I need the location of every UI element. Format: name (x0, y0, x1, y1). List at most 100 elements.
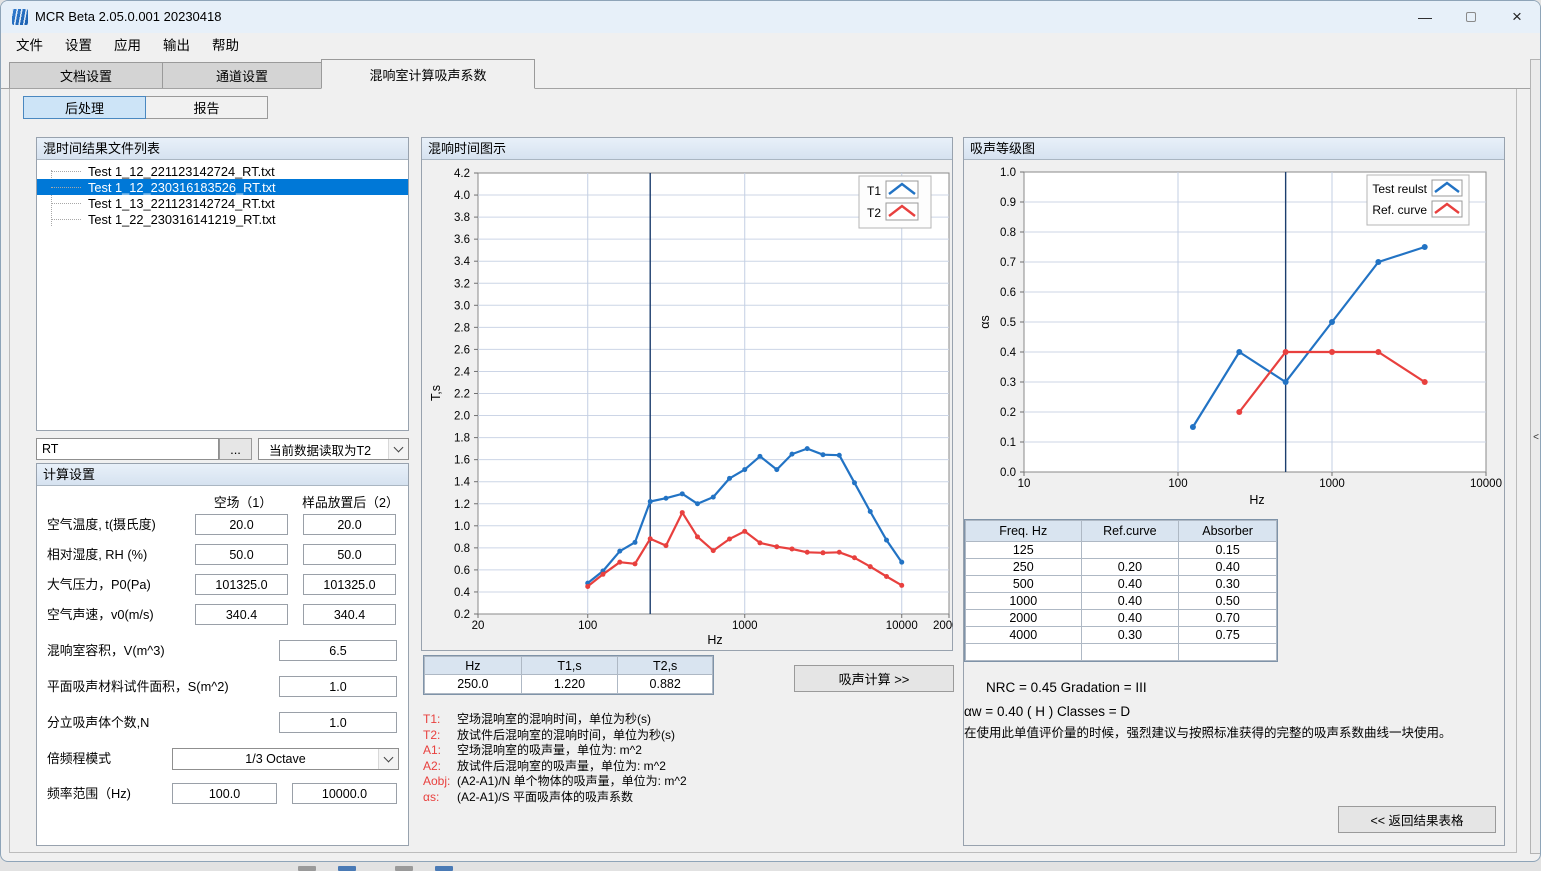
menu-item-4[interactable]: 帮助 (201, 33, 250, 59)
svg-text:4.0: 4.0 (454, 190, 470, 202)
subtab-label: 后处理 (65, 98, 104, 117)
table-cell: 0.30 (1081, 627, 1179, 644)
grade-chart[interactable]: 0.00.10.20.30.40.50.60.70.80.91.01010010… (965, 160, 1505, 512)
data-mode-dropdown[interactable]: 当前数据读取为T2 (258, 438, 409, 460)
minimize-icon: — (1418, 9, 1432, 25)
file-item[interactable]: Test 1_12_221123142724_RT.txt (37, 163, 408, 179)
absorption-grade-title: 吸声等级图 (964, 138, 1504, 160)
calc-input-1-sample[interactable] (303, 544, 396, 565)
maximize-button[interactable] (1448, 1, 1494, 33)
svg-text:1.0: 1.0 (1000, 167, 1016, 179)
file-item[interactable]: Test 1_22_230316141219_RT.txt (37, 211, 408, 227)
tree-branch-icon (51, 219, 81, 220)
svg-text:0.1: 0.1 (1000, 437, 1016, 449)
minimize-button[interactable]: — (1402, 1, 1448, 33)
octave-mode-dropdown[interactable]: 1/3 Octave (172, 748, 399, 770)
dropdown-chevron-box[interactable] (388, 439, 408, 459)
column-header: Ref.curve (1081, 521, 1179, 542)
table-cell: 2000 (966, 610, 1082, 627)
browse-button[interactable]: ... (219, 438, 252, 460)
svg-text:T2: T2 (867, 206, 881, 220)
app-window: MCR Beta 2.05.0.001 20230418 — × 文件设置应用输… (0, 0, 1541, 862)
file-name: Test 1_12_221123142724_RT.txt (88, 164, 275, 179)
svg-text:10000: 10000 (886, 620, 918, 632)
chevron-down-icon (394, 442, 404, 452)
svg-text:2.6: 2.6 (454, 344, 470, 356)
collapse-left-icon[interactable]: < (1531, 432, 1541, 443)
tab-0[interactable]: 文档设置 (9, 62, 163, 88)
column-header: T1,s (521, 657, 618, 675)
data-mode-value: 当前数据读取为T2 (259, 440, 388, 459)
subtab-postprocess[interactable]: 后处理 (23, 96, 146, 119)
calc-input-0-sample[interactable] (303, 514, 396, 535)
table-cell: 250.0 (425, 675, 522, 694)
note-line-2: A1:空场混响室的吸声量，单位为: m^2 (423, 743, 953, 759)
svg-text:100: 100 (578, 620, 597, 632)
file-name: Test 1_22_230316141219_RT.txt (88, 212, 276, 227)
calc-single-input-2[interactable] (279, 712, 397, 733)
calc-input-1-empty[interactable] (195, 544, 288, 565)
calc-single-label-0: 混响室容积，V(m^3) (47, 640, 165, 661)
absorption-calc-button[interactable]: 吸声计算 >> (794, 665, 954, 692)
freq-range-label: 频率范围（Hz) (47, 783, 131, 804)
note-label: αs: (423, 790, 457, 806)
close-icon: × (1512, 7, 1522, 27)
calc-single-input-0[interactable] (279, 640, 397, 661)
svg-text:0.7: 0.7 (1000, 257, 1016, 269)
svg-text:T,s: T,s (429, 385, 443, 401)
table-cell: 0.30 (1179, 576, 1277, 593)
back-to-results-label: << 返回结果表格 (1370, 810, 1463, 829)
back-to-results-button[interactable]: << 返回结果表格 (1338, 806, 1496, 833)
table-cell: 0.20 (1081, 559, 1179, 576)
calc-input-2-sample[interactable] (303, 574, 396, 595)
menu-item-3[interactable]: 输出 (152, 33, 201, 59)
freq-min-input[interactable] (172, 783, 277, 804)
table-cell: 0.40 (1081, 610, 1179, 627)
tab-1[interactable]: 通道设置 (162, 62, 322, 88)
svg-text:Hz: Hz (1249, 493, 1264, 507)
subtab-report[interactable]: 报告 (145, 96, 268, 119)
calc-single-input-1[interactable] (279, 676, 397, 697)
advice-text: 在使用此单值评价量的时候，强烈建议与按照标准获得的完整的吸声系数曲线一块使用。 (964, 722, 1452, 741)
menu-item-0[interactable]: 文件 (5, 33, 54, 59)
freq-max-input[interactable] (292, 783, 397, 804)
absorption-calc-label: 吸声计算 >> (839, 669, 910, 688)
svg-text:3.4: 3.4 (454, 256, 471, 268)
note-text: 放试件后混响室的混响时间，单位为秒(s) (457, 728, 675, 744)
svg-text:10: 10 (1018, 478, 1031, 490)
tab-2[interactable]: 混响室计算吸声系数 (321, 59, 535, 89)
file-list: Test 1_12_221123142724_RT.txtTest 1_12_2… (37, 160, 408, 430)
calc-input-3-sample[interactable] (303, 604, 396, 625)
calc-settings-title: 计算设置 (37, 464, 408, 486)
file-item[interactable]: Test 1_12_230316183526_RT.txt (37, 179, 408, 195)
close-button[interactable]: × (1494, 1, 1540, 33)
table-cell: 0.40 (1179, 559, 1277, 576)
table-cell: 125 (966, 542, 1082, 559)
note-text: 放试件后混响室的吸声量，单位为: m^2 (457, 759, 666, 775)
window-title: MCR Beta 2.05.0.001 20230418 (35, 1, 221, 33)
taskbar-icon (298, 866, 316, 871)
calc-input-2-empty[interactable] (195, 574, 288, 595)
svg-text:3.0: 3.0 (454, 300, 470, 312)
side-panel-splitter[interactable]: < (1530, 59, 1541, 854)
svg-text:0.2: 0.2 (1000, 407, 1016, 419)
subtab-label: 报告 (193, 98, 219, 117)
calc-input-3-empty[interactable] (195, 604, 288, 625)
note-label: T1: (423, 712, 457, 728)
table-cell: 500 (966, 576, 1082, 593)
table-cell: 4000 (966, 627, 1082, 644)
menu-item-2[interactable]: 应用 (103, 33, 152, 59)
svg-text:1000: 1000 (732, 620, 758, 632)
rt-chart[interactable]: 0.20.40.60.81.01.21.41.61.82.02.22.42.62… (423, 161, 953, 650)
svg-text:αs: αs (978, 315, 992, 328)
dropdown-chevron-box[interactable] (378, 749, 398, 769)
rt-table-row: 250.01.2200.882 (425, 675, 713, 694)
table-cell: 0.40 (1081, 576, 1179, 593)
menu-item-1[interactable]: 设置 (54, 33, 103, 59)
result-name-input[interactable] (36, 438, 219, 460)
table-cell (966, 644, 1082, 661)
taskbar-sliver (0, 862, 1541, 871)
file-item[interactable]: Test 1_13_221123142724_RT.txt (37, 195, 408, 211)
octave-mode-value: 1/3 Octave (173, 752, 378, 766)
calc-input-0-empty[interactable] (195, 514, 288, 535)
